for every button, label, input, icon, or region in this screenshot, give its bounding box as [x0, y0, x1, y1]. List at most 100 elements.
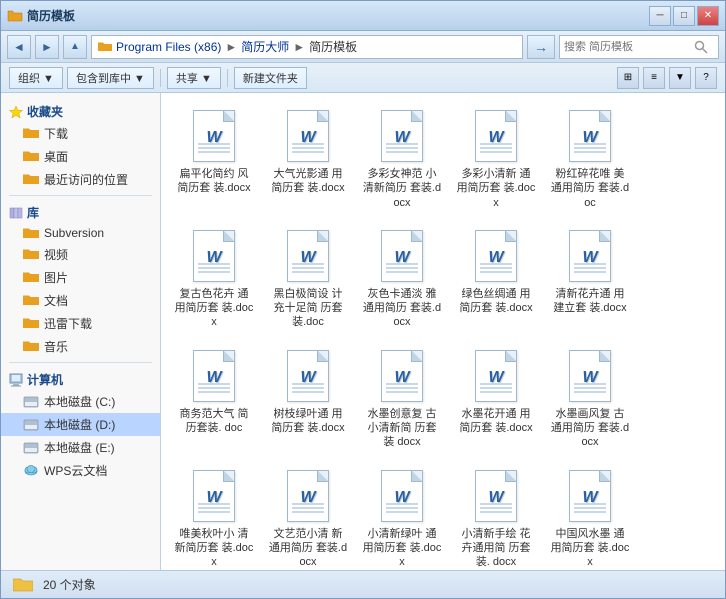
file-name: 文艺范小清 新通用简历 套装.docx [268, 527, 348, 570]
status-text: 20 个对象 [43, 576, 96, 593]
file-name: 水墨画风复 古通用简历 套装.docx [550, 407, 630, 450]
file-item[interactable]: W粉红碎花唯 美通用简历 套装.doc [545, 101, 635, 217]
file-item[interactable]: W绿色丝绸通 用简历套 装.docx [451, 221, 541, 337]
folder-small-icon [98, 41, 112, 53]
address-path[interactable]: Program Files (x86) ► 简历大师 ► 简历模板 [91, 35, 523, 59]
file-item[interactable]: W 扁平化简约 风简历套 装.docx [169, 101, 259, 217]
file-name: 唯美秋叶小 清新简历套 装.docx [174, 527, 254, 570]
sidebar-item-recent[interactable]: 最近访问的位置 [1, 168, 160, 191]
computer-title[interactable]: 计算机 [1, 367, 160, 390]
word-logo-icon: W [582, 489, 597, 507]
main-area: 收藏夹 下载 桌面 最 [1, 93, 725, 570]
file-name: 小清新手绘 花卉通用简 历套装. docx [456, 527, 536, 570]
add-to-library-button[interactable]: 包含到库中 ▼ [67, 67, 154, 89]
back-button[interactable]: ◄ [7, 35, 31, 59]
sidebar-item-subversion[interactable]: Subversion [1, 223, 160, 243]
forward-button[interactable]: ► [35, 35, 59, 59]
file-item[interactable]: W小清新手绘 花卉通用简 历套装. docx [451, 461, 541, 570]
file-name: 多彩小清新 通用简历套 装.docx [456, 167, 536, 210]
star-icon [9, 105, 23, 119]
recent-folder-icon [23, 173, 39, 186]
file-item[interactable]: W水墨花开通 用简历套 装.docx [451, 341, 541, 457]
new-folder-button[interactable]: 新建文件夹 [234, 67, 307, 89]
word-logo-icon: W [582, 129, 597, 147]
file-doc-page: W [287, 470, 329, 522]
drive-d-icon [23, 418, 39, 431]
file-item[interactable]: W水墨创意复 古小清新简 历套装 docx [357, 341, 447, 457]
toolbar-right: ⊞ ≡ ▼ ? [617, 67, 717, 89]
address-bar: ◄ ► ▲ Program Files (x86) ► 简历大师 ► 简历模板 … [1, 31, 725, 63]
sidebar-divider-2 [9, 362, 152, 363]
file-name: 水墨创意复 古小清新简 历套装 docx [362, 407, 442, 450]
path-segment-1: Program Files (x86) [116, 40, 221, 54]
sidebar-item-desktop[interactable]: 桌面 [1, 145, 160, 168]
word-logo-icon: W [206, 249, 221, 267]
sidebar-item-drive-c[interactable]: 本地磁盘 (C:) [1, 390, 160, 413]
share-button[interactable]: 共享 ▼ [167, 67, 221, 89]
view-options-button[interactable]: ▼ [669, 67, 691, 89]
file-doc-page: W [193, 350, 235, 402]
file-item[interactable]: W中国风水墨 通用简历套 装.docx [545, 461, 635, 570]
subversion-icon [23, 227, 39, 240]
sidebar-item-pictures[interactable]: 图片 [1, 266, 160, 289]
file-item[interactable]: W 复古色花卉 通用简历套 装.docx [169, 221, 259, 337]
file-item[interactable]: W 商务范大气 简历套装. doc [169, 341, 259, 457]
file-item[interactable]: W大气光影通 用简历套 装.docx [263, 101, 353, 217]
path-sep-2: ► [293, 40, 305, 54]
file-doc-page: W [193, 230, 235, 282]
sidebar-item-drive-d[interactable]: 本地磁盘 (D:) [1, 413, 160, 436]
word-logo-icon: W [300, 249, 315, 267]
file-item[interactable]: W唯美秋叶小 清新简历套 装.docx [169, 461, 259, 570]
file-name: 商务范大气 简历套装. doc [174, 407, 254, 436]
file-doc-page: W [193, 110, 235, 162]
file-name: 复古色花卉 通用简历套 装.docx [174, 287, 254, 330]
sidebar-item-video[interactable]: 视频 [1, 243, 160, 266]
file-name: 小清新绿叶 通用简历套 装.docx [362, 527, 442, 570]
file-doc-page: W [475, 350, 517, 402]
sidebar-item-documents[interactable]: 文档 [1, 289, 160, 312]
help-button[interactable]: ? [695, 67, 717, 89]
view-grid-button[interactable]: ⊞ [617, 67, 639, 89]
organize-button[interactable]: 组织 ▼ [9, 67, 63, 89]
sidebar-item-wps-cloud[interactable]: WPS云文档 [1, 459, 160, 482]
view-details-button[interactable]: ≡ [643, 67, 665, 89]
file-item[interactable]: W 文艺范小清 新通用简历 套装.docx [263, 461, 353, 570]
sidebar-item-music[interactable]: 音乐 [1, 335, 160, 358]
sidebar-item-download[interactable]: 下载 [1, 122, 160, 145]
go-button[interactable]: → [527, 35, 555, 59]
sidebar-item-drive-e[interactable]: 本地磁盘 (E:) [1, 436, 160, 459]
maximize-button[interactable]: □ [673, 6, 695, 26]
file-item[interactable]: W灰色卡通淡 雅通用简历 套装.docx [357, 221, 447, 337]
up-button[interactable]: ▲ [63, 35, 87, 59]
file-doc-page: W [381, 470, 423, 522]
close-button[interactable]: ✕ [697, 6, 719, 26]
file-item[interactable]: W多彩女神范 小清新简历 套装.docx [357, 101, 447, 217]
file-item[interactable]: W 小清新绿叶 通用简历套 装.docx [357, 461, 447, 570]
sidebar-item-thunder[interactable]: 迅雷下载 [1, 312, 160, 335]
file-item[interactable]: W黑白极简设 计充十足简 历套装.doc [263, 221, 353, 337]
file-name: 扁平化简约 风简历套 装.docx [174, 167, 254, 196]
file-item[interactable]: W清新花卉通 用建立套 装.docx [545, 221, 635, 337]
file-item[interactable]: W树枝绿叶通 用简历套 装.docx [263, 341, 353, 457]
file-item[interactable]: W水墨画风复 古通用简历 套装.docx [545, 341, 635, 457]
file-doc-page: W [381, 110, 423, 162]
status-folder-icon [13, 577, 33, 593]
search-input[interactable] [564, 41, 694, 53]
minimize-button[interactable]: ─ [649, 6, 671, 26]
title-bar-left: 简历模板 [7, 7, 75, 24]
library-title[interactable]: 库 [1, 200, 160, 223]
desktop-folder-icon [23, 150, 39, 163]
sidebar-divider-1 [9, 195, 152, 196]
file-doc-page: W [287, 230, 329, 282]
file-doc-page: W [569, 110, 611, 162]
word-logo-icon: W [300, 369, 315, 387]
path-segment-3: 简历模板 [309, 38, 357, 55]
word-logo-icon: W [300, 489, 315, 507]
file-item[interactable]: W多彩小清新 通用简历套 装.docx [451, 101, 541, 217]
library-icon [9, 206, 23, 220]
search-box[interactable] [559, 35, 719, 59]
toolbar-separator-1 [160, 69, 161, 87]
word-logo-icon: W [582, 249, 597, 267]
word-logo-icon: W [394, 489, 409, 507]
favorites-title[interactable]: 收藏夹 [1, 99, 160, 122]
